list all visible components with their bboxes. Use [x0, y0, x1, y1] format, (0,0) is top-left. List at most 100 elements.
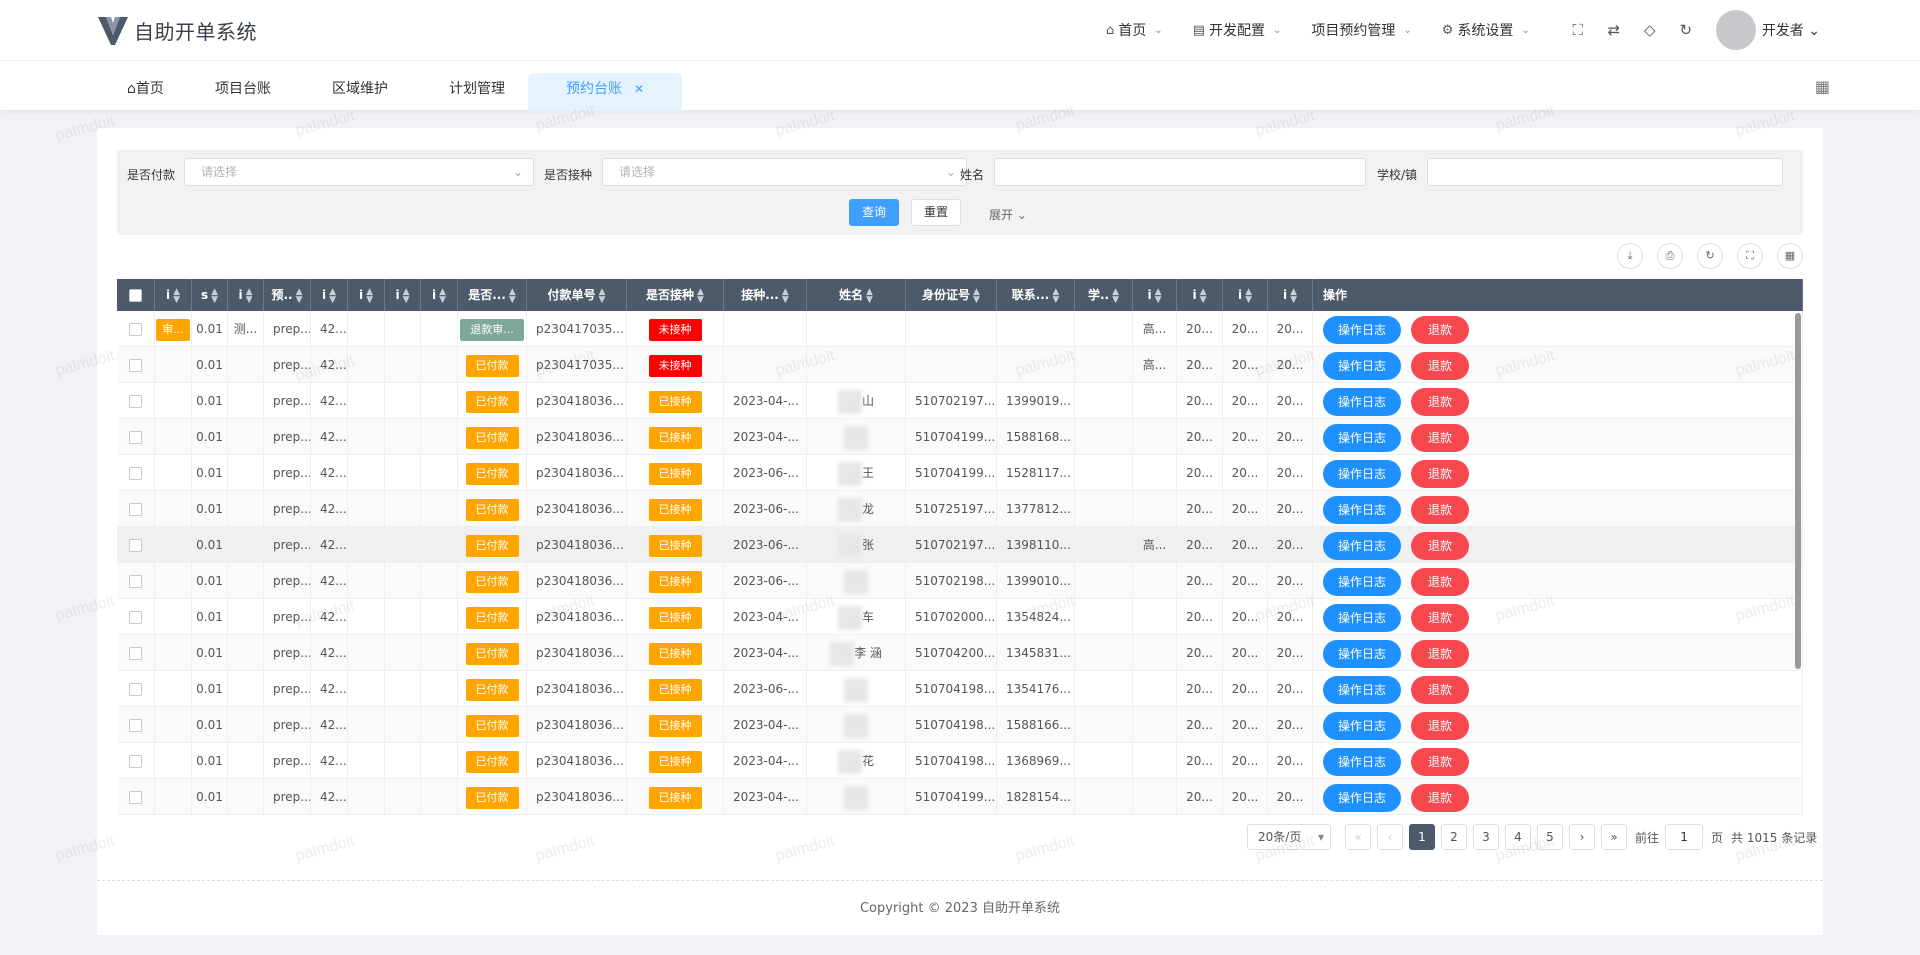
app-logo[interactable]: 自助开单系统	[98, 16, 257, 45]
last-page-button[interactable]: »	[1601, 824, 1627, 850]
refresh-icon[interactable]: ↻	[1668, 21, 1704, 39]
page-button-1[interactable]: 1	[1409, 824, 1435, 850]
sort-icon[interactable]: ▲ ▼	[211, 287, 218, 304]
sort-icon[interactable]: ▲ ▼	[509, 287, 516, 304]
column-header-7[interactable]: i ▲ ▼	[385, 279, 421, 311]
tab-home[interactable]: ⌂首页	[127, 73, 164, 111]
fullscreen-icon[interactable]: ⛶	[1737, 243, 1763, 269]
refund-button[interactable]: 退款	[1411, 315, 1470, 344]
fullscreen-icon[interactable]: ⛶	[1560, 21, 1596, 39]
table-row[interactable]: 0.01 prep... 42... 已付款 p230418036... 已接种 2023-…	[117, 707, 1803, 743]
table-row[interactable]: 0.01 prep... 42... 已付款 p230418036... 已接种 2023-…	[117, 419, 1803, 455]
row-checkbox[interactable]	[129, 575, 142, 588]
sort-icon[interactable]: ▲ ▼	[599, 287, 606, 304]
operation-log-button[interactable]: 操作日志	[1323, 603, 1402, 632]
operation-log-button[interactable]: 操作日志	[1323, 423, 1402, 452]
close-icon[interactable]: ✕	[634, 82, 644, 96]
operation-log-button[interactable]: 操作日志	[1323, 567, 1402, 596]
sort-icon[interactable]: ▲ ▼	[296, 287, 303, 304]
refund-button[interactable]: 退款	[1411, 387, 1470, 416]
column-header-19[interactable]: i ▲ ▼	[1223, 279, 1268, 311]
row-checkbox[interactable]	[129, 395, 142, 408]
refresh-icon[interactable]: ↻	[1697, 243, 1723, 269]
sort-icon[interactable]: ▲ ▼	[973, 287, 980, 304]
operation-log-button[interactable]: 操作日志	[1323, 459, 1402, 488]
table-row[interactable]: 0.01 prep... 42... 已付款 p230418036... 已接种 2023-…	[117, 743, 1803, 779]
table-row[interactable]: 0.01 prep... 42... 已付款 p230417035... 未接种 高... 2…	[117, 347, 1803, 383]
table-row[interactable]: 0.01 prep... 42... 已付款 p230418036... 已接种 2023-…	[117, 383, 1803, 419]
row-checkbox[interactable]	[129, 323, 142, 336]
column-header-17[interactable]: i ▲ ▼	[1133, 279, 1177, 311]
paid-select[interactable]: 请选择 ⌄	[184, 158, 534, 186]
tab-plan[interactable]: 计划管理	[449, 73, 505, 111]
operation-log-button[interactable]: 操作日志	[1323, 531, 1402, 560]
table-row[interactable]: 审... 0.01 测... prep... 42... 退款审... p230417035…	[117, 311, 1803, 347]
sort-icon[interactable]: ▲ ▼	[1290, 287, 1297, 304]
refund-button[interactable]: 退款	[1411, 351, 1470, 380]
tab-booking-ledger[interactable]: 预约台账 ✕	[528, 73, 683, 111]
page-button-2[interactable]: 2	[1441, 824, 1467, 850]
refund-button[interactable]: 退款	[1411, 675, 1470, 704]
sort-icon[interactable]: ▲ ▼	[697, 287, 704, 304]
sort-icon[interactable]: ▲ ▼	[246, 287, 253, 304]
topnav-item-2[interactable]: 项目预约管理 ⌄	[1311, 20, 1411, 40]
refund-button[interactable]: 退款	[1411, 747, 1470, 776]
tab-region[interactable]: 区域维护	[332, 73, 388, 111]
sort-icon[interactable]: ▲ ▼	[782, 287, 789, 304]
operation-log-button[interactable]: 操作日志	[1323, 639, 1402, 668]
sort-icon[interactable]: ▲ ▼	[439, 287, 446, 304]
school-input[interactable]	[1427, 158, 1783, 186]
column-header-3[interactable]: i ▲ ▼	[228, 279, 264, 311]
row-checkbox[interactable]	[129, 503, 142, 516]
row-checkbox[interactable]	[129, 791, 142, 804]
table-row[interactable]: 0.01 prep... 42... 已付款 p230418036... 已接种 2023-…	[117, 635, 1803, 671]
sort-icon[interactable]: ▲ ▼	[866, 287, 873, 304]
operation-log-button[interactable]: 操作日志	[1323, 495, 1402, 524]
operation-log-button[interactable]: 操作日志	[1323, 351, 1402, 380]
table-row[interactable]: 0.01 prep... 42... 已付款 p230418036... 已接种 2023-…	[117, 779, 1803, 815]
column-header-8[interactable]: i ▲ ▼	[421, 279, 458, 311]
page-jump-input[interactable]: 1	[1665, 824, 1704, 850]
refund-button[interactable]: 退款	[1411, 495, 1470, 524]
sort-icon[interactable]: ▲ ▼	[329, 287, 336, 304]
topnav-item-1[interactable]: ▤ 开发配置 ⌄	[1193, 20, 1282, 40]
avatar[interactable]	[1715, 10, 1756, 50]
column-header-14[interactable]: 身份证号 ▲ ▼	[906, 279, 997, 311]
refund-button[interactable]: 退款	[1411, 711, 1470, 740]
sort-icon[interactable]: ▲ ▼	[173, 287, 180, 304]
print-icon[interactable]: ⎙	[1657, 243, 1683, 269]
row-checkbox[interactable]	[129, 611, 142, 624]
refund-button[interactable]: 退款	[1411, 423, 1470, 452]
refund-button[interactable]: 退款	[1411, 639, 1470, 668]
column-header-11[interactable]: 是否接种 ▲ ▼	[627, 279, 724, 311]
column-header-10[interactable]: 付款单号 ▲ ▼	[527, 279, 627, 311]
column-header-20[interactable]: i ▲ ▼	[1268, 279, 1313, 311]
download-icon[interactable]: ⤓	[1617, 243, 1643, 269]
column-header-6[interactable]: i ▲ ▼	[348, 279, 385, 311]
refund-button[interactable]: 退款	[1411, 531, 1470, 560]
row-checkbox[interactable]	[129, 683, 142, 696]
vacc-select[interactable]: 请选择 ⌄	[602, 158, 967, 186]
column-header-1[interactable]: i ▲ ▼	[155, 279, 192, 311]
user-menu[interactable]: 开发者 ⌄	[1762, 20, 1820, 40]
row-checkbox[interactable]	[129, 755, 142, 768]
clear-icon[interactable]: ◇	[1632, 21, 1668, 39]
column-header-9[interactable]: 是否... ▲ ▼	[458, 279, 527, 311]
select-all-checkbox[interactable]	[117, 279, 155, 311]
column-header-5[interactable]: i ▲ ▼	[311, 279, 348, 311]
sort-icon[interactable]: ▲ ▼	[366, 287, 373, 304]
refund-button[interactable]: 退款	[1411, 567, 1470, 596]
topnav-item-0[interactable]: ⌂ 首页 ⌄	[1106, 20, 1163, 40]
sort-icon[interactable]: ▲ ▼	[1155, 287, 1162, 304]
expand-toggle[interactable]: 展开 ⌄	[989, 206, 1027, 223]
page-button-5[interactable]: 5	[1537, 824, 1563, 850]
table-row[interactable]: 0.01 prep... 42... 已付款 p230418036... 已接种 2023-…	[117, 491, 1803, 527]
sort-icon[interactable]: ▲ ▼	[1052, 287, 1059, 304]
table-row[interactable]: 0.01 prep... 42... 已付款 p230418036... 已接种 2023-…	[117, 527, 1803, 563]
column-header-4[interactable]: 预.. ▲ ▼	[264, 279, 311, 311]
name-input[interactable]	[994, 158, 1366, 186]
row-checkbox[interactable]	[129, 719, 142, 732]
column-header-12[interactable]: 接种... ▲ ▼	[724, 279, 807, 311]
refund-button[interactable]: 退款	[1411, 459, 1470, 488]
topnav-item-3[interactable]: ⚙ 系统设置 ⌄	[1442, 20, 1530, 40]
